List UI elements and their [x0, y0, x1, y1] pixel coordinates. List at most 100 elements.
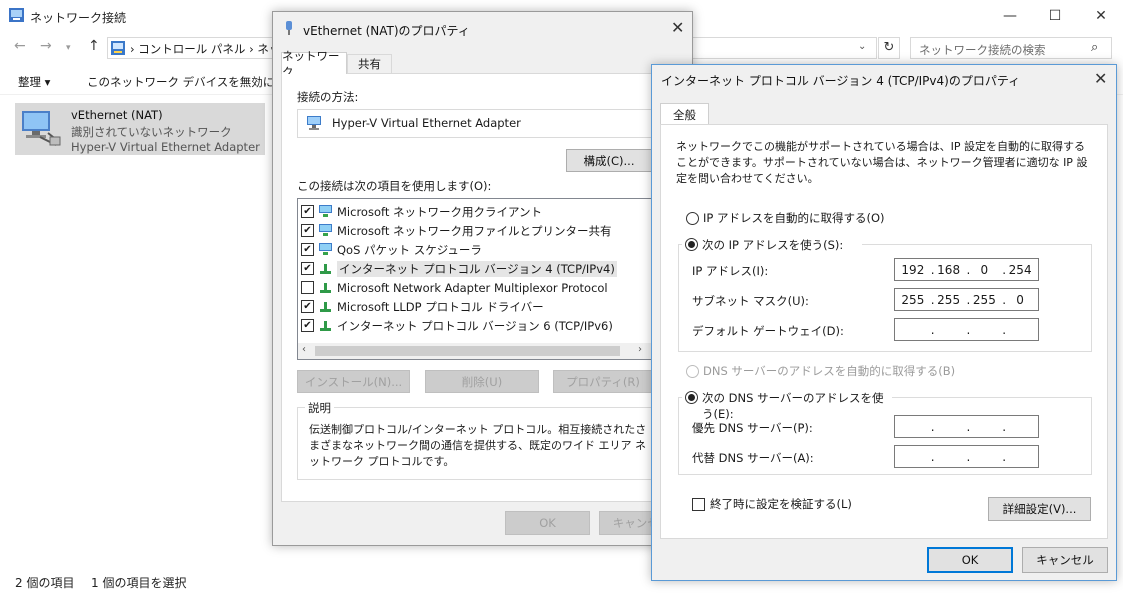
item-properties-button[interactable]: プロパティ(R)	[553, 370, 653, 393]
address-dropdown-icon[interactable]: ⌄	[858, 41, 866, 52]
alternate-dns-label: 代替 DNS サーバー(A):	[692, 451, 814, 465]
maximize-icon[interactable]: ☐	[1032, 0, 1078, 32]
list-item[interactable]: ✔ Microsoft ネットワーク用クライアント	[301, 202, 641, 221]
preferred-dns-label: 優先 DNS サーバー(P):	[692, 421, 813, 435]
minimize-icon[interactable]: —	[987, 0, 1033, 32]
protocol-icon	[320, 282, 331, 293]
list-item[interactable]: ✔ Microsoft LLDP プロトコル ドライバー	[301, 297, 641, 316]
components-list[interactable]: ✔ Microsoft ネットワーク用クライアント ✔ Microsoft ネッ…	[297, 198, 652, 360]
scroll-thumb[interactable]	[315, 346, 620, 356]
items-label: この接続は次の項目を使用します(O):	[297, 179, 492, 193]
mask-octet-3: 255	[972, 292, 996, 307]
network-client-icon	[319, 205, 332, 217]
item-label: インターネット プロトコル バージョン 4 (TCP/IPv4)	[337, 260, 617, 277]
manual-dns-radio[interactable]	[685, 391, 698, 404]
item-label: インターネット プロトコル バージョン 6 (TCP/IPv6)	[337, 318, 613, 333]
item-checkbox[interactable]: ✔	[301, 243, 314, 256]
item-label: Microsoft ネットワーク用クライアント	[337, 204, 543, 219]
mask-octet-2: 255	[937, 292, 961, 307]
item-count: 2 個の項目	[15, 576, 75, 590]
close-icon[interactable]: ✕	[1078, 0, 1123, 32]
list-item[interactable]: ✔ インターネット プロトコル バージョン 6 (TCP/IPv6)	[301, 316, 641, 335]
scroll-right-icon[interactable]: ›	[638, 344, 642, 355]
connection-status: 識別されていないネットワーク	[71, 125, 232, 139]
file-sharing-icon	[319, 224, 332, 236]
item-label: Microsoft Network Adapter Multiplexor Pr…	[337, 280, 608, 295]
manual-dns-legend: 次の DNS サーバーのアドレスを使う(E):	[682, 388, 892, 421]
ip-label: IP アドレス(I):	[692, 264, 769, 278]
ip-address-field[interactable]: 192. 168. 0. 254	[894, 258, 1039, 281]
intro-text: ネットワークでこの機能がサポートされている場合は、IP 設定を自動的に取得するこ…	[676, 140, 1088, 185]
gateway-field[interactable]: . . .	[894, 318, 1039, 341]
ipv4-properties-dialog: インターネット プロトコル バージョン 4 (TCP/IPv4)のプロパティ ✕…	[651, 64, 1117, 581]
scroll-left-icon[interactable]: ‹	[302, 344, 306, 355]
uninstall-button[interactable]: 削除(U)	[425, 370, 539, 393]
advanced-button[interactable]: 詳細設定(V)...	[988, 497, 1091, 521]
list-item[interactable]: Microsoft Network Adapter Multiplexor Pr…	[301, 278, 641, 297]
window-title: ネットワーク接続	[30, 11, 127, 25]
ip-octet-4: 254	[1008, 262, 1032, 277]
recent-dropdown-icon[interactable]: ▾	[66, 43, 71, 53]
connection-adapter: Hyper-V Virtual Ethernet Adapter	[71, 140, 260, 154]
horizontal-scrollbar[interactable]: ‹ ›	[298, 343, 651, 359]
item-checkbox[interactable]: ✔	[301, 319, 314, 332]
ip-octet-3: 0	[980, 262, 989, 277]
search-input[interactable]: ネットワーク接続の検索 ⌕	[910, 37, 1112, 59]
up-icon[interactable]: ↑	[88, 38, 100, 54]
organize-menu[interactable]: 整理 ▾	[18, 74, 50, 90]
dialog-title: インターネット プロトコル バージョン 4 (TCP/IPv4)のプロパティ	[661, 74, 1021, 88]
control-panel-icon	[111, 41, 125, 55]
manual-ip-label: 次の IP アドレスを使う(S):	[702, 238, 844, 252]
item-label: Microsoft ネットワーク用ファイルとプリンター共有	[337, 223, 612, 238]
item-checkbox[interactable]	[301, 281, 314, 294]
validate-checkbox[interactable]	[692, 498, 705, 511]
close-icon[interactable]: ✕	[671, 18, 684, 37]
protocol-icon	[320, 263, 331, 274]
alternate-dns-field[interactable]: . . .	[894, 445, 1039, 468]
tab-sharing[interactable]: 共有	[347, 54, 392, 73]
address-path: › コントロール パネル › ネット	[130, 42, 292, 56]
item-label: Microsoft LLDP プロトコル ドライバー	[337, 299, 544, 314]
item-checkbox[interactable]: ✔	[301, 224, 314, 237]
item-checkbox[interactable]: ✔	[301, 205, 314, 218]
ok-button[interactable]: OK	[927, 547, 1013, 573]
adapter-field: Hyper-V Virtual Ethernet Adapter	[297, 109, 652, 138]
mask-octet-4: 0	[1016, 292, 1024, 307]
close-icon[interactable]: ✕	[1094, 69, 1107, 88]
list-item[interactable]: ✔ QoS パケット スケジューラ	[301, 240, 641, 259]
connect-using-label: 接続の方法:	[297, 90, 359, 104]
auto-dns-label: DNS サーバーのアドレスを自動的に取得する(B)	[703, 364, 956, 378]
auto-dns-radio[interactable]	[686, 365, 699, 378]
description-label: 説明	[305, 400, 334, 416]
preferred-dns-field[interactable]: . . .	[894, 415, 1039, 438]
cancel-button[interactable]: キャンセル	[1022, 547, 1108, 573]
ip-octet-2: 168	[937, 262, 961, 277]
manual-dns-label: 次の DNS サーバーのアドレスを使う(E):	[702, 391, 884, 421]
mask-octet-1: 255	[901, 292, 925, 307]
item-checkbox[interactable]: ✔	[301, 262, 314, 275]
refresh-icon[interactable]: ↻	[878, 37, 900, 59]
adapter-properties-dialog: vEthernet (NAT)のプロパティ ✕ ネットワーク 共有 接続の方法:…	[272, 11, 693, 546]
install-button[interactable]: インストール(N)...	[297, 370, 410, 393]
configure-button[interactable]: 構成(C)...	[566, 149, 652, 172]
protocol-icon	[320, 301, 331, 312]
subnet-mask-field[interactable]: 255. 255. 255. 0	[894, 288, 1039, 311]
item-checkbox[interactable]: ✔	[301, 300, 314, 313]
tab-general[interactable]: 全般	[660, 103, 709, 125]
forward-icon[interactable]: →	[40, 38, 52, 54]
auto-ip-radio[interactable]	[686, 212, 699, 225]
manual-ip-legend: 次の IP アドレスを使う(S):	[682, 235, 862, 255]
network-adapter-icon	[20, 107, 64, 151]
tab-network[interactable]: ネットワーク	[281, 49, 347, 79]
back-icon[interactable]: ←	[14, 38, 26, 54]
item-label: QoS パケット スケジューラ	[337, 242, 482, 257]
network-connection-item[interactable]: vEthernet (NAT) 識別されていないネットワーク Hyper-V V…	[15, 103, 265, 155]
ok-button[interactable]: OK	[505, 511, 590, 535]
list-item-selected[interactable]: ✔ インターネット プロトコル バージョン 4 (TCP/IPv4)	[301, 259, 641, 278]
manual-ip-radio[interactable]	[685, 238, 698, 251]
search-icon[interactable]: ⌕	[1091, 40, 1098, 55]
selected-count: 1 個の項目を選択	[91, 576, 187, 590]
qos-scheduler-icon	[319, 243, 332, 255]
list-item[interactable]: ✔ Microsoft ネットワーク用ファイルとプリンター共有	[301, 221, 641, 240]
disable-device-button[interactable]: このネットワーク デバイスを無効にする	[87, 74, 297, 90]
